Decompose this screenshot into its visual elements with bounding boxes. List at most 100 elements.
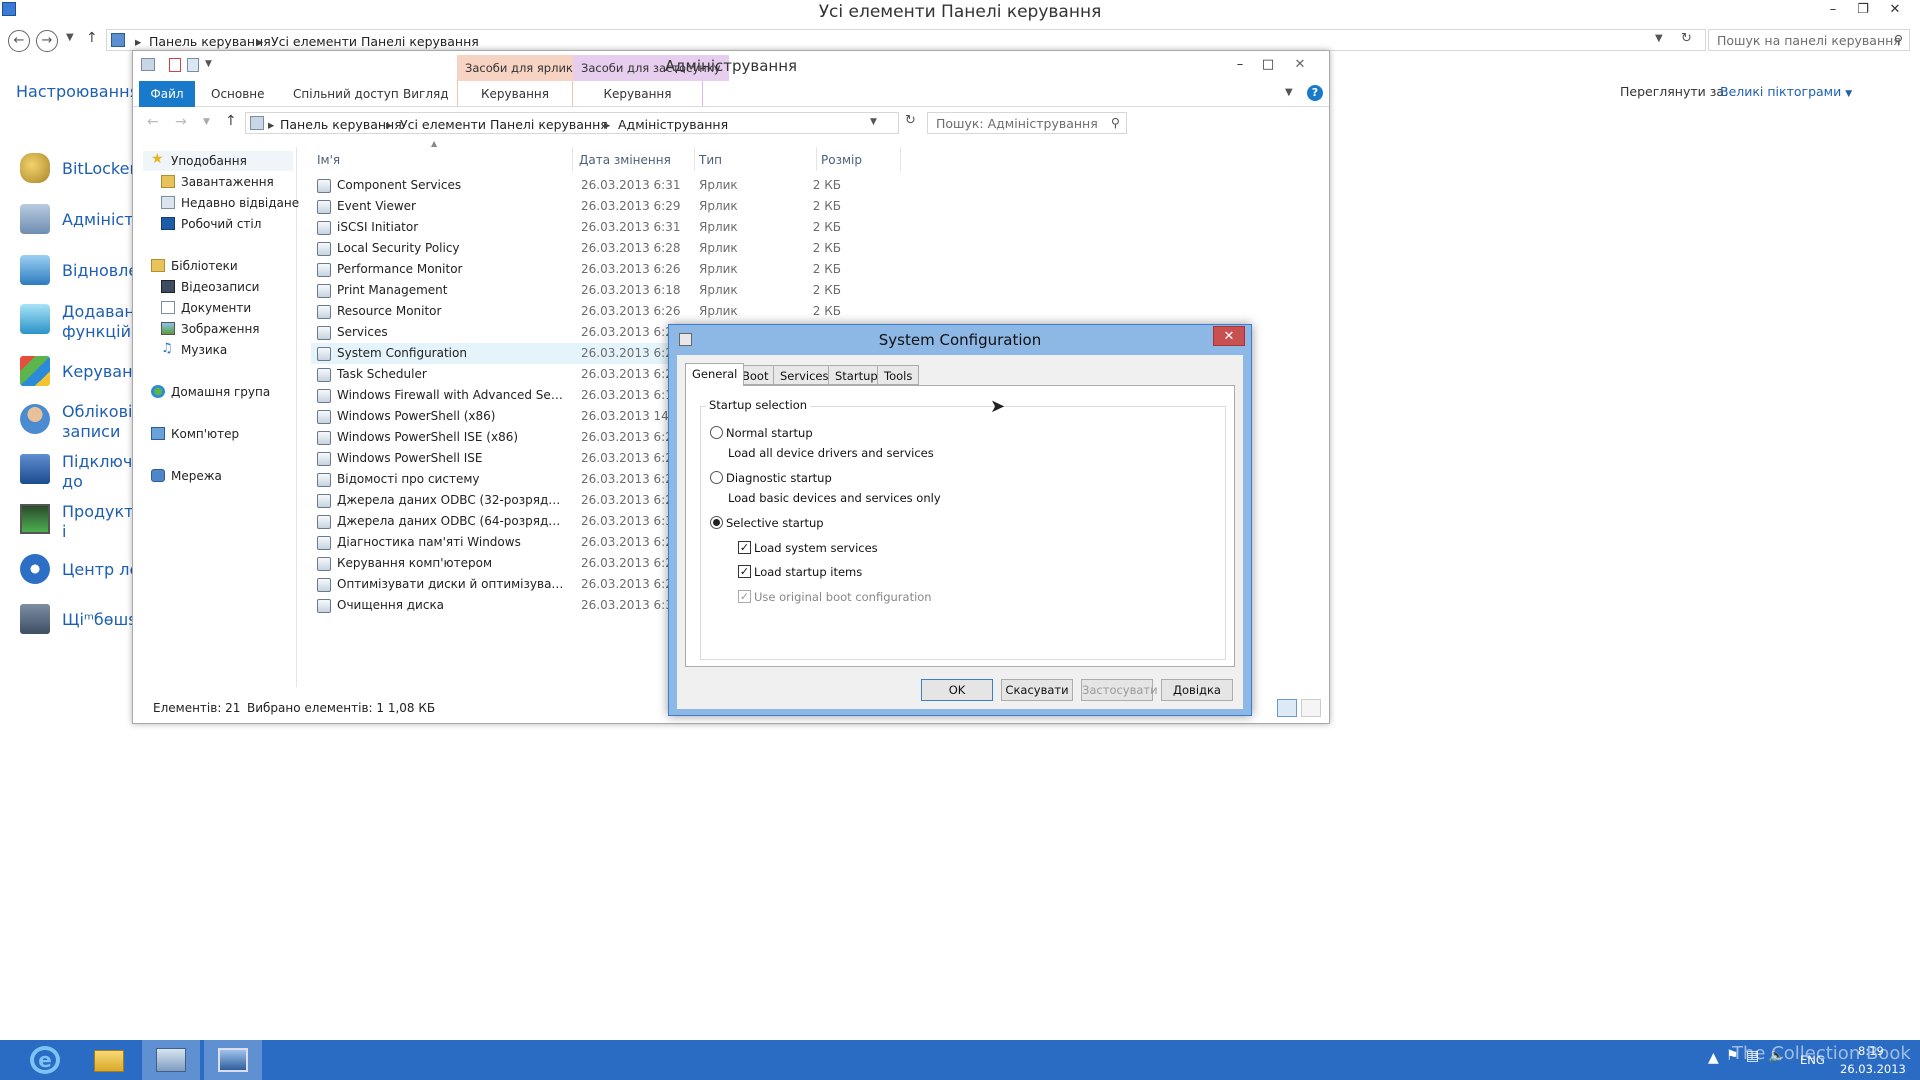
cp-item-add-features[interactable]: Додавання функцій до Windows	[16, 300, 136, 340]
taskbar-control-panel[interactable]	[142, 1040, 200, 1080]
refresh-icon[interactable]: ↻	[905, 113, 916, 128]
column-header-name[interactable]: Ім'я	[317, 147, 573, 171]
nav-downloads[interactable]: Завантаження	[153, 172, 293, 192]
help-icon[interactable]: ?	[1307, 85, 1323, 101]
taskbar-file-explorer[interactable]	[80, 1040, 138, 1080]
nav-network[interactable]: Мережа	[143, 466, 293, 486]
selective-startup-radio[interactable]	[710, 516, 723, 529]
forward-icon[interactable]: →	[36, 30, 58, 52]
group-label: Startup selection	[706, 398, 811, 412]
cp-item-ease-access[interactable]: Центр легкого доступу	[16, 550, 136, 590]
refresh-icon[interactable]: ↻	[1681, 31, 1692, 46]
taskbar-internet-explorer[interactable]: e	[18, 1040, 76, 1080]
item-count: Елементів: 21	[153, 701, 241, 715]
address-field[interactable]: ▸ Панель керування ▸ Усі елементи Панелі…	[106, 29, 1706, 51]
close-icon[interactable]: ✕	[1880, 0, 1910, 20]
table-row[interactable]: Local Security Policy 26.03.2013 6:28 Ярли…	[311, 238, 851, 259]
cp-item-recovery[interactable]: Відновлення	[16, 251, 136, 291]
tab-home[interactable]: Основне	[197, 81, 279, 107]
table-row[interactable]: Component Services 26.03.2013 6:31 Ярлик 2 …	[311, 175, 851, 196]
breadcrumb-item[interactable]: Усі елементи Панелі керування	[271, 34, 479, 49]
cancel-button[interactable]: Скасувати	[1001, 679, 1073, 701]
up-icon[interactable]: ↑	[86, 30, 98, 46]
load-startup-items-checkbox[interactable]: ✓	[738, 565, 751, 578]
chevron-down-icon[interactable]: ▼	[66, 32, 74, 43]
breadcrumb-item[interactable]: Панель керування	[280, 117, 402, 132]
column-header-size[interactable]: Розмір	[821, 147, 901, 171]
nav-music[interactable]: ♫ Музика	[153, 340, 293, 360]
search-placeholder: Пошук: Адміністрування	[936, 116, 1098, 131]
address-field[interactable]: ▸ Панель керування ▸ Усі елементи Панелі…	[245, 112, 899, 134]
breadcrumb-item[interactable]: Усі елементи Панелі керування	[400, 117, 608, 132]
chevron-down-icon[interactable]: ▼	[1655, 33, 1663, 44]
tab-services[interactable]: Services	[773, 365, 836, 385]
tab-general[interactable]: General	[685, 363, 745, 386]
diagnostic-startup-radio[interactable]	[710, 471, 723, 484]
apply-button[interactable]: Застосувати	[1081, 679, 1158, 701]
details-view-icon[interactable]	[1277, 699, 1297, 717]
tab-file[interactable]: Файл	[139, 81, 195, 107]
cp-item-remote[interactable]: Підключення до віддаленої	[16, 450, 136, 490]
file-size: 2 КБ	[812, 283, 841, 297]
minimize-icon[interactable]: –	[1818, 0, 1848, 20]
tab-shortcut-manage[interactable]: Керування	[457, 81, 573, 107]
restore-icon[interactable]: ❐	[1848, 0, 1878, 20]
chevron-down-icon[interactable]: ▼	[1285, 87, 1293, 98]
file-size: 2 КБ	[812, 220, 841, 234]
back-icon[interactable]: ←	[147, 114, 159, 130]
search-icon[interactable]: ⚲	[1111, 115, 1120, 130]
search-icon[interactable]: ⚲	[1894, 32, 1903, 47]
cp-item-admin-tools[interactable]: Адміністрування	[16, 200, 136, 240]
tab-view[interactable]: Вигляд	[389, 81, 463, 107]
nav-desktop[interactable]: Робочий стіл	[153, 214, 293, 234]
column-header-type[interactable]: Тип	[699, 147, 817, 171]
large-icons-view-icon[interactable]	[1301, 699, 1321, 717]
breadcrumb-item[interactable]: Адміністрування	[618, 117, 728, 132]
nav-documents[interactable]: Документи	[153, 298, 293, 318]
cp-item-manage[interactable]: Керування	[16, 352, 136, 392]
nav-recent[interactable]: Недавно відвідане	[153, 193, 299, 213]
nav-libraries[interactable]: Бібліотеки	[143, 256, 293, 276]
taskbar-msconfig[interactable]	[204, 1040, 262, 1080]
maximize-icon[interactable]: □	[1253, 55, 1283, 75]
forward-icon[interactable]: →	[175, 114, 187, 130]
help-button[interactable]: Довідка	[1161, 679, 1233, 701]
back-icon[interactable]: ←	[8, 30, 30, 52]
view-by-dropdown[interactable]: Великі піктограми ▼	[1720, 84, 1852, 99]
nav-videos[interactable]: Відеозаписи	[153, 277, 293, 297]
nav-favorites[interactable]: ★ Уподобання	[143, 151, 293, 171]
breadcrumb-item[interactable]: Панель керування	[149, 34, 271, 49]
minimize-icon[interactable]: –	[1225, 55, 1255, 75]
cp-item-bitlocker[interactable]: BitLocker	[16, 149, 136, 189]
control-panel-icon	[156, 1048, 186, 1072]
chevron-down-icon[interactable]: ▼	[203, 117, 210, 127]
table-row[interactable]: Performance Monitor 26.03.2013 6:26 Ярлик 2…	[311, 259, 851, 280]
cp-item-label: Щіᵐбɵшѕ	[62, 610, 136, 629]
table-row[interactable]: Print Management 26.03.2013 6:18 Ярлик 2 КБ	[311, 280, 851, 301]
nav-computer[interactable]: Комп'ютер	[143, 424, 293, 444]
nav-pictures[interactable]: Зображення	[153, 319, 293, 339]
show-hidden-icons-icon[interactable]: ▲	[1708, 1050, 1719, 1066]
close-icon[interactable]: ✕	[1213, 326, 1245, 346]
search-input[interactable]: Пошук: Адміністрування ⚲	[927, 112, 1127, 134]
nav-homegroup[interactable]: Домашня група	[143, 382, 293, 402]
chevron-down-icon[interactable]: ▼	[870, 117, 877, 127]
dialog-title: System Configuration	[878, 331, 1042, 349]
ok-button[interactable]: OK	[921, 679, 993, 701]
table-row[interactable]: Resource Monitor 26.03.2013 6:26 Ярлик 2 КБ	[311, 301, 851, 322]
table-row[interactable]: iSCSI Initiator 26.03.2013 6:31 Ярлик 2 КБ	[311, 217, 851, 238]
tab-app-manage[interactable]: Керування	[573, 81, 703, 107]
search-input[interactable]: Пошук на панелі керування ⚲	[1708, 29, 1910, 51]
normal-startup-radio[interactable]	[710, 426, 723, 439]
cp-item-user-accounts[interactable]: Облікові записи користувачів	[16, 400, 136, 440]
up-icon[interactable]: ↑	[225, 113, 237, 129]
table-row[interactable]: Event Viewer 26.03.2013 6:29 Ярлик 2 КБ	[311, 196, 851, 217]
tab-tools[interactable]: Tools	[877, 365, 920, 385]
cp-item-windows[interactable]: Щіᵐбɵшѕ	[16, 600, 136, 640]
column-header-date[interactable]: Дата змінення	[579, 147, 695, 171]
close-icon[interactable]: ✕	[1285, 55, 1315, 75]
use-original-boot-checkbox[interactable]: ✓	[738, 590, 751, 603]
cp-item-performance[interactable]: Продуктивність і інформація	[16, 500, 136, 540]
load-system-services-checkbox[interactable]: ✓	[738, 541, 751, 554]
clock-date[interactable]: 26.03.2013	[1840, 1062, 1906, 1076]
